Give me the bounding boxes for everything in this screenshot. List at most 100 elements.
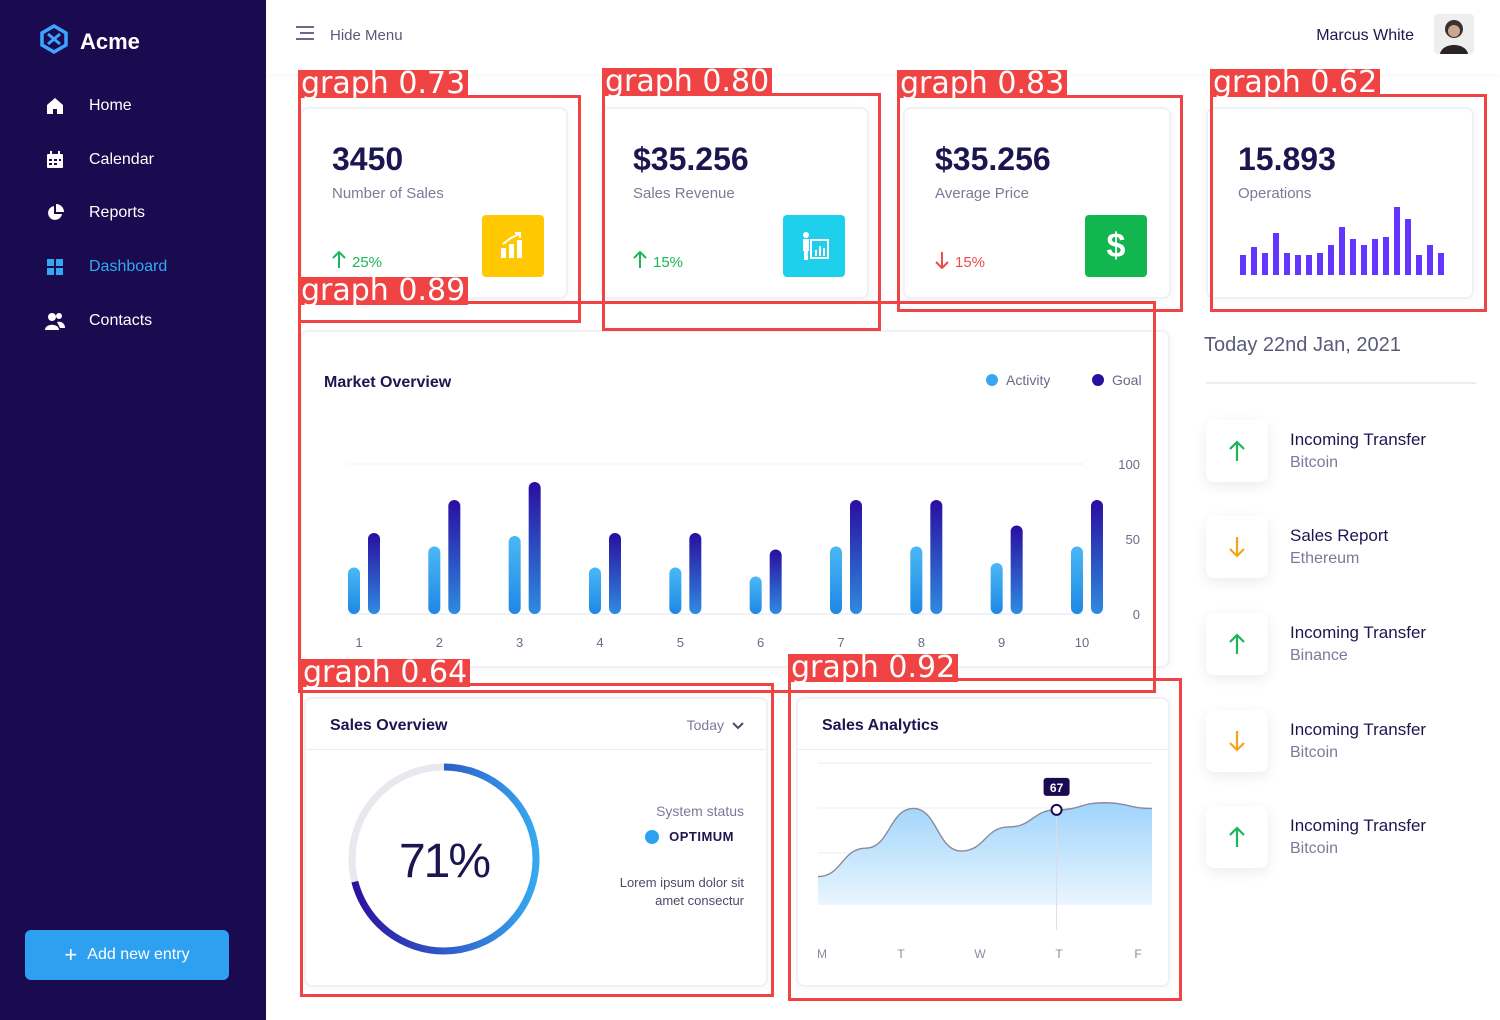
transaction-item[interactable]: Incoming Transfer Bitcoin (1206, 806, 1426, 868)
operations-bar (1350, 239, 1356, 275)
legend-dot (1092, 374, 1104, 386)
chevron-down-icon (732, 717, 744, 733)
x-tick-label: W (974, 947, 986, 961)
arrow-up-icon (1206, 420, 1268, 482)
goal-bar (608, 533, 621, 614)
x-tick-label: 5 (677, 635, 684, 650)
stat-value: 15.893 (1238, 141, 1336, 177)
legend-goal[interactable]: Goal (1092, 372, 1142, 388)
transaction-item[interactable]: Incoming Transfer Binance (1206, 613, 1426, 675)
transaction-subtitle: Ethereum (1290, 550, 1360, 567)
sidebar-item-dashboard[interactable]: Dashboard (45, 257, 167, 277)
activity-bar (990, 563, 1003, 614)
x-tick-label: F (1134, 947, 1141, 961)
market-overview-title: Market Overview (324, 374, 452, 391)
period-dropdown[interactable]: Today (687, 717, 744, 733)
stat-card-revenue[interactable]: $35.256 Sales Revenue 15% (601, 107, 869, 299)
stat-label: Sales Revenue (633, 185, 735, 202)
stat-change: 15% (633, 250, 683, 273)
avatar[interactable] (1434, 14, 1474, 54)
transaction-item[interactable]: Sales Report Ethereum (1206, 516, 1388, 578)
sidebar-item-reports[interactable]: Reports (45, 203, 145, 223)
menu-icon (296, 26, 316, 44)
brand-name: Acme (80, 28, 140, 54)
goal-bar (528, 482, 541, 614)
user-name[interactable]: Marcus White (1316, 27, 1414, 45)
goal-bar (930, 500, 943, 614)
goal-bar (1010, 525, 1023, 614)
transaction-subtitle: Bitcoin (1290, 840, 1339, 857)
x-tick-label: T (1055, 947, 1063, 961)
sidebar-item-home[interactable]: Home (45, 96, 132, 116)
sales-analytics-panel: Sales Analytics 67 M T W T F (796, 697, 1170, 987)
presenter-chart-icon (783, 215, 845, 277)
stat-value: $35.256 (633, 141, 749, 177)
transaction-text: Incoming Transfer Bitcoin (1290, 720, 1426, 762)
marker-label: 67 (1050, 781, 1064, 795)
y-tick-label: 0 (1133, 607, 1140, 622)
goal-bar (448, 500, 461, 614)
top-bar: Hide Menu Marcus White (266, 0, 1500, 74)
operations-bar (1361, 245, 1367, 275)
status-dot (645, 829, 660, 844)
goal-bar (1090, 500, 1103, 614)
stat-card-operations[interactable]: 15.893 Operations (1206, 107, 1474, 299)
plus-icon: + (64, 942, 78, 967)
sidebar-item-calendar[interactable]: Calendar (45, 150, 154, 170)
calendar-icon (45, 150, 65, 170)
donut-percent: 71% (398, 835, 491, 888)
operations-bar (1240, 255, 1246, 275)
arrow-down-icon (935, 251, 949, 273)
acme-logo-icon (40, 23, 68, 59)
stat-change-value: 15% (955, 253, 986, 271)
add-new-entry-button[interactable]: + Add new entry (25, 930, 229, 980)
activity-bar (508, 536, 521, 614)
x-tick-label: 9 (998, 635, 1005, 650)
goal-bar (849, 500, 862, 614)
sales-overview-title: Sales Overview (330, 717, 448, 734)
sidebar-item-label: Dashboard (89, 258, 168, 275)
system-status: OPTIMUM (645, 829, 734, 844)
legend-label: Goal (1112, 372, 1142, 388)
sales-analytics-chart: 67 M T W T F (817, 762, 1153, 961)
operations-bar (1328, 245, 1334, 275)
bar-chart-up-icon (482, 215, 544, 277)
sidebar-item-label: Home (89, 97, 132, 114)
stat-label: Average Price (935, 185, 1029, 202)
activity-bar (428, 546, 441, 614)
sidebar-item-label: Calendar (89, 151, 154, 168)
transaction-item[interactable]: Incoming Transfer Bitcoin (1206, 710, 1426, 772)
operations-bar (1372, 239, 1378, 275)
transaction-title: Incoming Transfer (1290, 623, 1427, 642)
activity-bar (910, 546, 923, 614)
transaction-text: Sales Report Ethereum (1290, 526, 1388, 568)
operations-bar (1394, 207, 1400, 275)
marker-point (1050, 803, 1063, 816)
operations-bar (1405, 219, 1411, 275)
stat-card-average-price[interactable]: $35.256 Average Price 15% $ (903, 107, 1171, 299)
market-overview-panel: Market Overview Activity Goal 0 50 100 1 2 3 4… (300, 330, 1170, 668)
brand[interactable]: Acme (40, 23, 140, 59)
status-value: OPTIMUM (669, 829, 734, 844)
transaction-item[interactable]: Incoming Transfer Bitcoin (1206, 420, 1426, 482)
transaction-text: Incoming Transfer Bitcoin (1290, 816, 1426, 858)
activity-bar (1070, 546, 1083, 614)
stat-label: Operations (1238, 185, 1312, 202)
sidebar-item-contacts[interactable]: Contacts (45, 311, 152, 331)
transaction-title: Incoming Transfer (1290, 430, 1427, 449)
operations-bar (1416, 255, 1422, 275)
detection-label: graph 0.73 (298, 69, 469, 99)
sales-overview-panel: Sales Overview Today 71% System status O… (304, 697, 768, 987)
arrow-up-icon (633, 250, 647, 273)
legend-activity[interactable]: Activity (986, 372, 1050, 388)
transaction-title: Incoming Transfer (1290, 816, 1427, 835)
activity-bar (749, 576, 762, 614)
hide-menu-button[interactable]: Hide Menu (296, 26, 403, 44)
y-tick-label: 100 (1118, 457, 1140, 472)
transaction-text: Incoming Transfer Bitcoin (1290, 430, 1426, 472)
transaction-subtitle: Binance (1290, 647, 1348, 664)
transaction-text: Incoming Transfer Binance (1290, 623, 1426, 665)
activity-bar (588, 567, 601, 614)
activity-bar (348, 567, 360, 614)
stat-card-sales[interactable]: 3450 Number of Sales 25% (300, 107, 568, 299)
